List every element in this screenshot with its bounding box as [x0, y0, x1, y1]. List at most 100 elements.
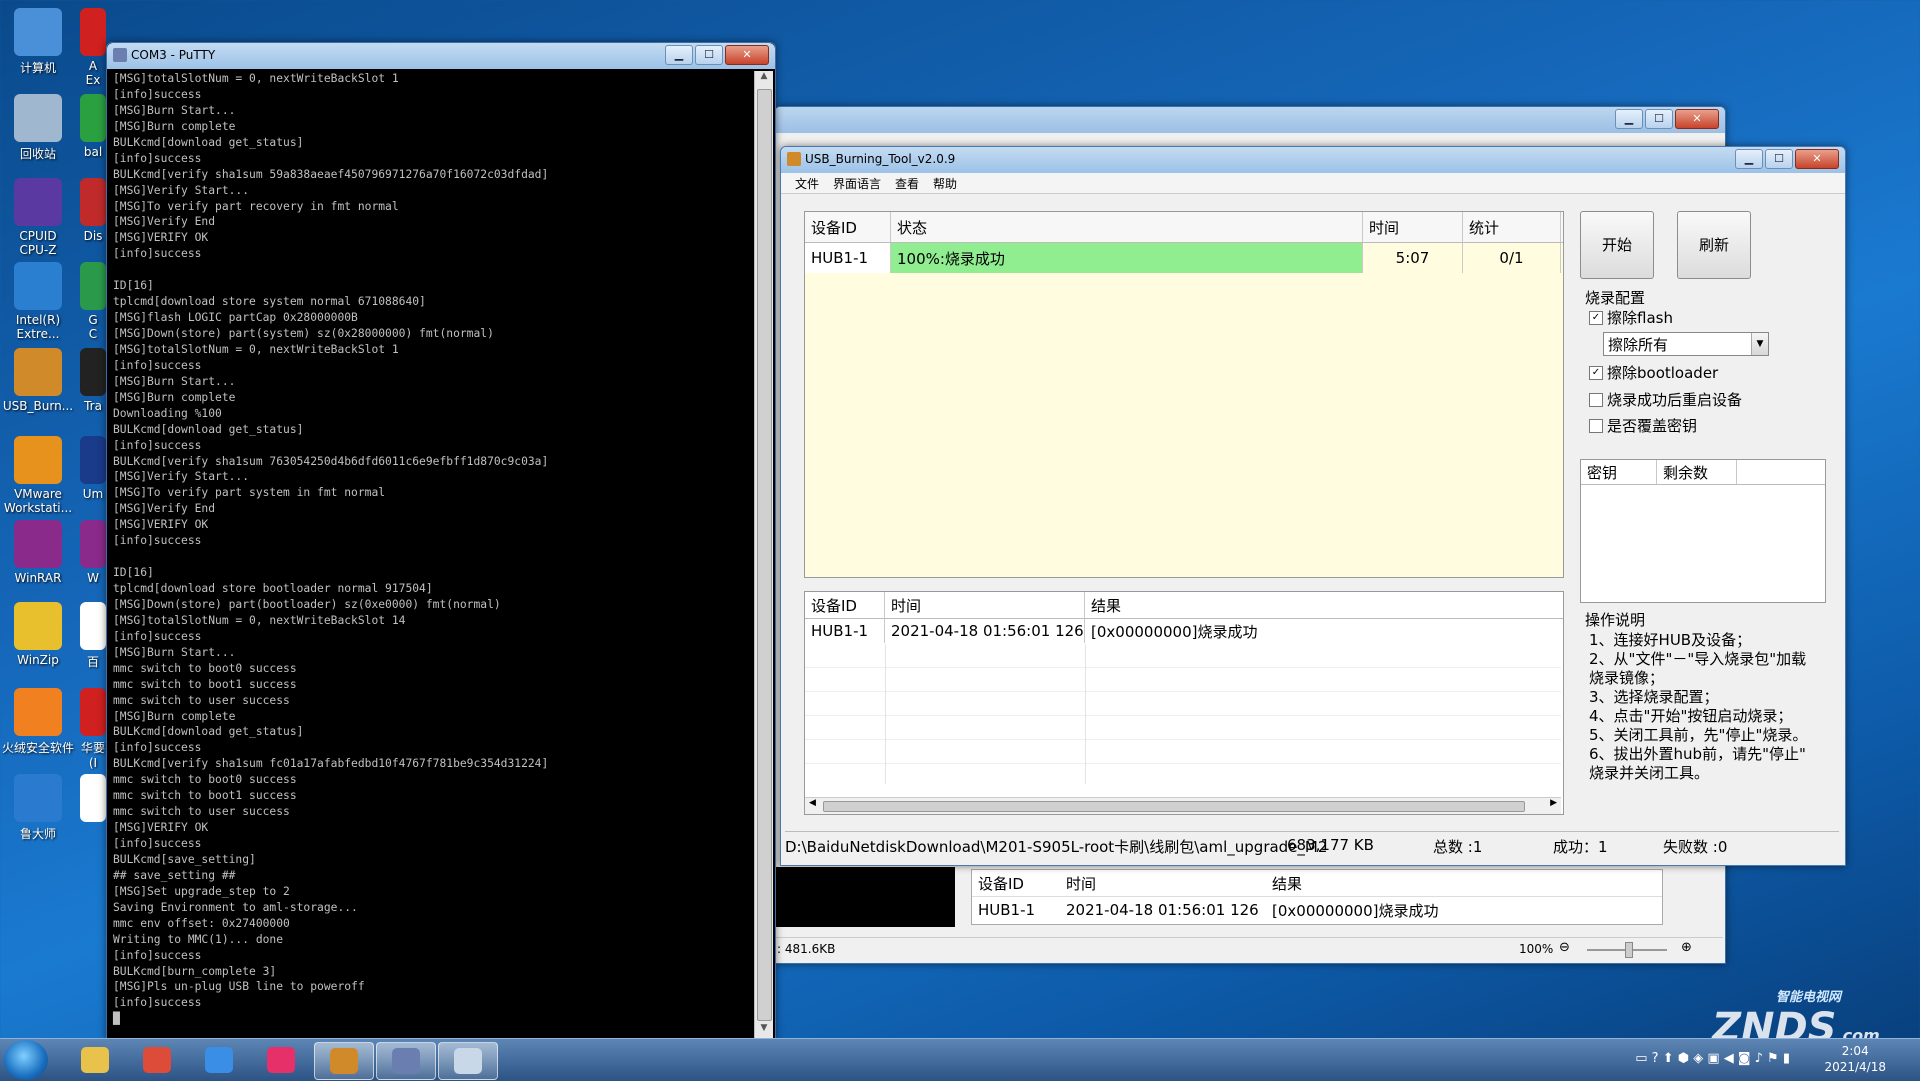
- desktop-icon-label: Um: [82, 487, 104, 501]
- scroll-up-icon[interactable]: ▲: [755, 71, 773, 87]
- taskbar-button-baidu-netdisk[interactable]: [190, 1042, 248, 1078]
- erase-mode-select[interactable]: 擦除所有 ▼: [1603, 332, 1769, 356]
- col-device-id: 设备ID: [978, 874, 1024, 893]
- menu-bar: 文件 界面语言 查看 帮助: [781, 173, 1845, 194]
- terminal-line: BULKcmd[verify sha1sum 763054250d4b6dfd6…: [113, 454, 549, 468]
- desktop-icon[interactable]: A Ex: [80, 8, 106, 87]
- taskbar-button-paint[interactable]: [438, 1042, 498, 1080]
- log-hscrollbar[interactable]: ◀ ▶: [805, 797, 1561, 814]
- menu-file[interactable]: 文件: [795, 175, 819, 192]
- close-button[interactable]: ✕: [1795, 149, 1839, 169]
- desktop-icon[interactable]: USB_Burn...: [0, 348, 78, 413]
- terminal-line: mmc switch to user success: [113, 693, 290, 707]
- zoom-slider-thumb[interactable]: [1625, 942, 1633, 958]
- taskbar-button-putty[interactable]: [376, 1042, 436, 1080]
- scroll-right-icon[interactable]: ▶: [1550, 798, 1557, 808]
- clock[interactable]: 2:04 2021/4/18: [1824, 1043, 1886, 1075]
- putty-icon: [392, 1048, 420, 1074]
- zoom-out-icon[interactable]: ⊖: [1559, 940, 1570, 955]
- desktop-icon[interactable]: Um: [80, 436, 106, 501]
- maximize-button[interactable]: ☐: [1765, 149, 1793, 169]
- minimize-button[interactable]: ▁: [1735, 149, 1763, 169]
- key-table-header: 密钥 剩余数: [1581, 460, 1825, 485]
- desktop-icon[interactable]: 回收站: [0, 94, 78, 162]
- scrollbar-thumb[interactable]: [757, 89, 772, 1021]
- desktop-icon[interactable]: W: [80, 520, 106, 585]
- taskbar: ▭ ? ⬆ ⬢ ◈ ▣ ◀ ◙ ♪ ⚑ ▮ 2:04 2021/4/18: [0, 1038, 1920, 1081]
- desktop-icon[interactable]: WinRAR: [0, 520, 78, 585]
- desktop-icon-label: VMware Workstati...: [3, 487, 73, 515]
- erase-bootloader-checkbox[interactable]: ✓ 擦除bootloader: [1589, 362, 1718, 383]
- menu-help[interactable]: 帮助: [933, 175, 957, 192]
- desktop-icon[interactable]: Tra: [80, 348, 106, 413]
- app-icon: [14, 436, 62, 484]
- terminal-line: Writing to MMC(1)... done: [113, 932, 284, 946]
- terminal-line: [info]success: [113, 151, 202, 165]
- log-grid-header: 设备ID 时间 结果: [805, 592, 1563, 619]
- tray-icons[interactable]: ▭ ? ⬆ ⬢ ◈ ▣ ◀ ◙ ♪ ⚑ ▮: [1635, 1051, 1790, 1066]
- terminal-output[interactable]: [MSG]totalSlotNum = 0, nextWriteBackSlot…: [109, 71, 755, 1039]
- overwrite-key-checkbox[interactable]: 是否覆盖密钥: [1589, 415, 1697, 436]
- desktop-icon[interactable]: Dis: [80, 178, 106, 243]
- desktop-icon[interactable]: CPUID CPU-Z: [0, 178, 78, 257]
- cell-result: [0x00000000]烧录成功: [1272, 901, 1439, 920]
- putty-window: COM3 - PuTTY ▁ ☐ ✕ [MSG]totalSlotNum = 0…: [106, 42, 776, 1042]
- desktop-icon[interactable]: VMware Workstati...: [0, 436, 78, 515]
- col-device-id: 设备ID: [805, 212, 891, 242]
- cell-time: 5:07: [1363, 243, 1463, 273]
- scrollbar-thumb[interactable]: [823, 801, 1525, 812]
- menu-language[interactable]: 界面语言: [833, 175, 881, 192]
- desktop-icon-label: WinRAR: [14, 571, 62, 585]
- window-title: COM3 - PuTTY: [131, 48, 216, 62]
- erase-flash-checkbox[interactable]: ✓ 擦除flash: [1589, 307, 1673, 328]
- terminal-line: mmc switch to boot1 success: [113, 677, 297, 691]
- minimize-button[interactable]: ▁: [665, 45, 693, 65]
- reboot-after-checkbox[interactable]: 烧录成功后重启设备: [1589, 389, 1742, 410]
- desktop-icon[interactable]: bal: [80, 94, 106, 159]
- maximize-button[interactable]: ☐: [1645, 109, 1673, 129]
- usb-window-controls: ▁ ☐ ✕: [1735, 149, 1839, 169]
- log-row[interactable]: HUB1-1 2021-04-18 01:56:01 126 [0x000000…: [805, 619, 1563, 643]
- scroll-left-icon[interactable]: ◀: [809, 798, 816, 808]
- taskbar-button-usb-burning-tool[interactable]: [314, 1042, 374, 1080]
- checkbox-unchecked-icon: [1589, 418, 1603, 433]
- col-remaining: 剩余数: [1657, 460, 1737, 484]
- scroll-down-icon[interactable]: ▼: [755, 1023, 773, 1039]
- start-button[interactable]: 开始: [1580, 211, 1654, 279]
- desktop-icon[interactable]: 华要 (I: [80, 688, 106, 770]
- zoom-in-icon[interactable]: ⊕: [1681, 940, 1692, 955]
- terminal-line: [info]success: [113, 438, 202, 452]
- desktop-icon[interactable]: G C: [80, 262, 106, 341]
- terminal-scrollbar[interactable]: ▲ ▼: [754, 71, 773, 1039]
- terminal-line: [MSG]Verify End: [113, 215, 216, 229]
- desktop-icon[interactable]: 百: [80, 602, 106, 670]
- cell-device-id: HUB1-1: [978, 901, 1036, 919]
- taskbar-button-youku[interactable]: [252, 1042, 310, 1078]
- desktop-icon-label: Intel(R) Extre...: [15, 313, 61, 341]
- desktop-icon[interactable]: WinZip: [0, 602, 78, 667]
- terminal-line: [MSG]VERIFY OK: [113, 821, 209, 835]
- desktop-icon[interactable]: 计算机: [0, 8, 78, 76]
- terminal-line: [MSG]To verify part recovery in fmt norm…: [113, 199, 399, 213]
- taskbar-button-explorer[interactable]: [66, 1042, 124, 1078]
- close-button[interactable]: ✕: [1675, 109, 1719, 129]
- start-button[interactable]: [4, 1040, 48, 1080]
- terminal-line: [info]success: [113, 247, 202, 261]
- minimize-button[interactable]: ▁: [1615, 109, 1643, 129]
- taskbar-button-chrome[interactable]: [128, 1042, 186, 1078]
- terminal-line: [MSG]Down(store) part(system) sz(0x28000…: [113, 327, 494, 340]
- refresh-button[interactable]: 刷新: [1677, 211, 1751, 279]
- terminal-line: tplcmd[download store bootloader normal …: [113, 582, 433, 595]
- menu-view[interactable]: 查看: [895, 175, 919, 192]
- close-button[interactable]: ✕: [725, 45, 769, 65]
- desktop-icon[interactable]: [80, 774, 106, 825]
- terminal-line: [info]success: [113, 534, 202, 548]
- app-icon: [80, 688, 106, 736]
- desktop-icon[interactable]: 鲁大师: [0, 774, 78, 842]
- maximize-button[interactable]: ☐: [695, 45, 723, 65]
- desktop-icon[interactable]: Intel(R) Extre...: [0, 262, 78, 341]
- desktop-icon[interactable]: 火绒安全软件: [0, 688, 78, 756]
- device-row[interactable]: HUB1-1 100%:烧录成功 5:07 0/1: [805, 243, 1563, 273]
- background-result-table: 设备ID 时间 结果 HUB1-1 2021-04-18 01:56:01 12…: [971, 869, 1663, 925]
- desktop-icon-label: 回收站: [19, 147, 56, 161]
